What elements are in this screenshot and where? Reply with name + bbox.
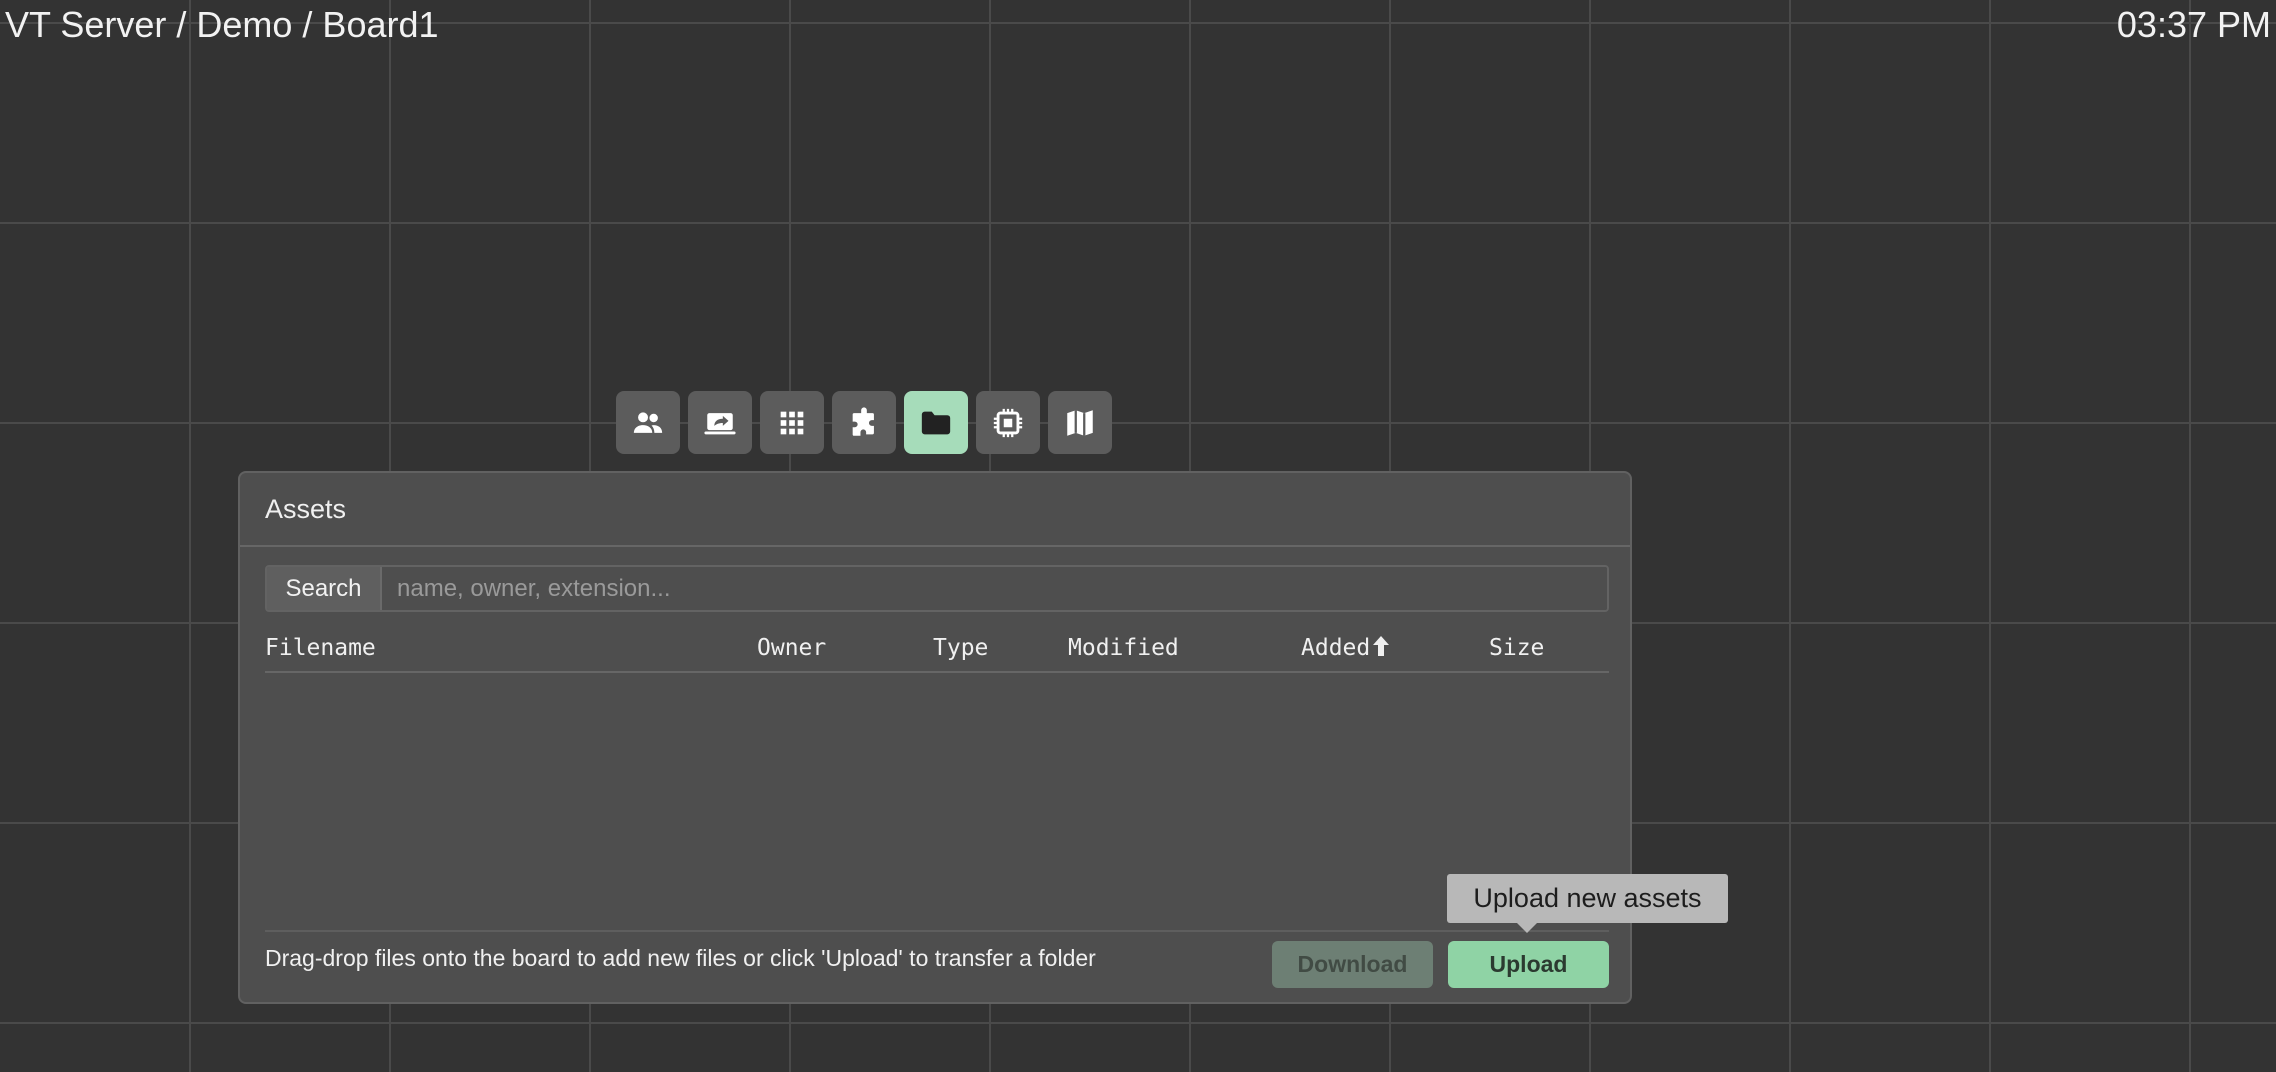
- column-header-type[interactable]: Type: [933, 635, 988, 661]
- puzzle-icon: [852, 406, 874, 436]
- footer-divider: [265, 930, 1609, 932]
- download-button[interactable]: Download: [1272, 941, 1433, 988]
- column-header-modified[interactable]: Modified: [1068, 635, 1179, 661]
- map-icon: [1067, 409, 1093, 436]
- footer-hint: Drag-drop files onto the board to add ne…: [265, 945, 1096, 971]
- screenshare-icon: [704, 412, 736, 434]
- assets-table-header: Filename Owner Type Modified Added Size: [265, 631, 1609, 673]
- column-header-filename[interactable]: Filename: [265, 635, 376, 661]
- plugins-button[interactable]: [832, 391, 896, 454]
- map-button[interactable]: [1048, 391, 1112, 454]
- apps-button[interactable]: [760, 391, 824, 454]
- column-header-added[interactable]: Added: [1301, 635, 1390, 661]
- users-icon: [633, 411, 663, 433]
- column-header-owner[interactable]: Owner: [757, 635, 826, 661]
- kernels-button[interactable]: [976, 391, 1040, 454]
- upload-tooltip: Upload new assets: [1447, 874, 1728, 923]
- users-button[interactable]: [616, 391, 680, 454]
- search-input[interactable]: [382, 567, 1607, 610]
- upload-button[interactable]: Upload: [1448, 941, 1609, 988]
- assets-panel: Assets Search Filename Owner Type Modifi…: [238, 471, 1632, 1004]
- screenshare-button[interactable]: [688, 391, 752, 454]
- search-group: Search: [265, 565, 1609, 612]
- assets-panel-header: Assets: [240, 473, 1630, 547]
- assets-panel-title: Assets: [265, 493, 347, 524]
- apps-grid-icon: [780, 411, 804, 434]
- column-header-added-label: Added: [1301, 635, 1371, 661]
- assets-button[interactable]: [904, 391, 968, 454]
- clock: 03:37 PM: [2116, 4, 2271, 45]
- column-header-size[interactable]: Size: [1489, 635, 1544, 661]
- sort-ascending-icon: [1373, 636, 1390, 656]
- toolbar: [616, 391, 1112, 454]
- board-breadcrumb: VT Server / Demo / Board1: [5, 4, 439, 45]
- folder-icon: [921, 411, 951, 434]
- search-label: Search: [267, 567, 382, 610]
- chip-icon: [993, 408, 1023, 437]
- upload-tooltip-arrow: [1517, 923, 1537, 933]
